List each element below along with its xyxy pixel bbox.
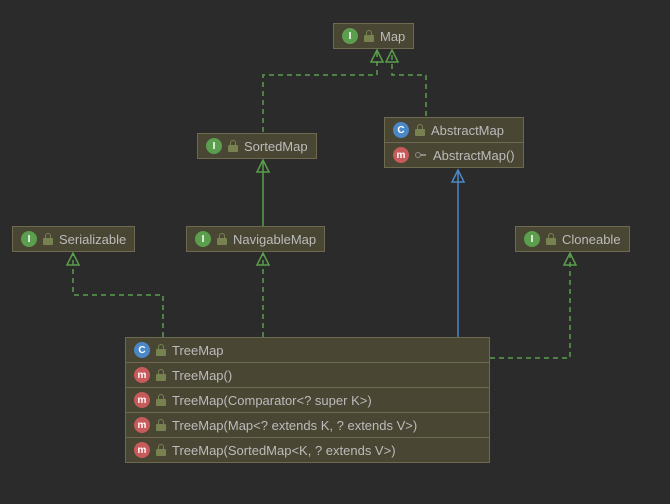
node-label: AbstractMap bbox=[431, 123, 504, 138]
member-label: TreeMap(Map<? extends K, ? extends V>) bbox=[172, 418, 417, 433]
node-cloneable[interactable]: I Cloneable bbox=[515, 226, 630, 252]
node-sortedmap[interactable]: I SortedMap bbox=[197, 133, 317, 159]
member-label: TreeMap(Comparator<? super K>) bbox=[172, 393, 372, 408]
lock-icon bbox=[156, 444, 166, 456]
interface-icon: I bbox=[21, 231, 37, 247]
method-icon: m bbox=[393, 147, 409, 163]
member-row: m TreeMap() bbox=[126, 362, 489, 387]
class-icon: C bbox=[393, 122, 409, 138]
lock-icon bbox=[415, 124, 425, 136]
node-treemap[interactable]: C TreeMap m TreeMap() m TreeMap(Comparat… bbox=[125, 337, 490, 463]
node-label: Serializable bbox=[59, 232, 126, 247]
class-icon: C bbox=[134, 342, 150, 358]
interface-icon: I bbox=[206, 138, 222, 154]
node-header: C AbstractMap bbox=[385, 118, 523, 142]
member-label: TreeMap(SortedMap<K, ? extends V>) bbox=[172, 443, 396, 458]
node-label: TreeMap bbox=[172, 343, 224, 358]
key-icon bbox=[415, 149, 427, 161]
method-icon: m bbox=[134, 442, 150, 458]
member-label: AbstractMap() bbox=[433, 148, 515, 163]
interface-icon: I bbox=[195, 231, 211, 247]
node-serializable[interactable]: I Serializable bbox=[12, 226, 135, 252]
lock-icon bbox=[156, 419, 166, 431]
edge-treemap-cloneable bbox=[490, 253, 570, 358]
lock-icon bbox=[156, 369, 166, 381]
node-label: NavigableMap bbox=[233, 232, 316, 247]
member-row: m TreeMap(Comparator<? super K>) bbox=[126, 387, 489, 412]
edge-treemap-serializable bbox=[73, 253, 163, 337]
lock-icon bbox=[546, 233, 556, 245]
node-header: I Cloneable bbox=[516, 227, 629, 251]
node-label: SortedMap bbox=[244, 139, 308, 154]
node-map[interactable]: I Map bbox=[333, 23, 414, 49]
lock-icon bbox=[364, 30, 374, 42]
node-header: C TreeMap bbox=[126, 338, 489, 362]
lock-icon bbox=[217, 233, 227, 245]
node-label: Cloneable bbox=[562, 232, 621, 247]
interface-icon: I bbox=[342, 28, 358, 44]
method-icon: m bbox=[134, 367, 150, 383]
lock-icon bbox=[43, 233, 53, 245]
lock-icon bbox=[156, 394, 166, 406]
node-abstractmap[interactable]: C AbstractMap m AbstractMap() bbox=[384, 117, 524, 168]
lock-icon bbox=[156, 344, 166, 356]
method-icon: m bbox=[134, 392, 150, 408]
node-navigablemap[interactable]: I NavigableMap bbox=[186, 226, 325, 252]
method-icon: m bbox=[134, 417, 150, 433]
interface-icon: I bbox=[524, 231, 540, 247]
node-header: I Map bbox=[334, 24, 413, 48]
node-header: I SortedMap bbox=[198, 134, 316, 158]
node-label: Map bbox=[380, 29, 405, 44]
member-row: m AbstractMap() bbox=[385, 142, 523, 167]
member-label: TreeMap() bbox=[172, 368, 232, 383]
edge-sortedmap-map bbox=[263, 50, 377, 132]
member-row: m TreeMap(SortedMap<K, ? extends V>) bbox=[126, 437, 489, 462]
lock-icon bbox=[228, 140, 238, 152]
node-header: I Serializable bbox=[13, 227, 134, 251]
edge-abstractmap-map bbox=[392, 50, 426, 116]
member-row: m TreeMap(Map<? extends K, ? extends V>) bbox=[126, 412, 489, 437]
node-header: I NavigableMap bbox=[187, 227, 324, 251]
